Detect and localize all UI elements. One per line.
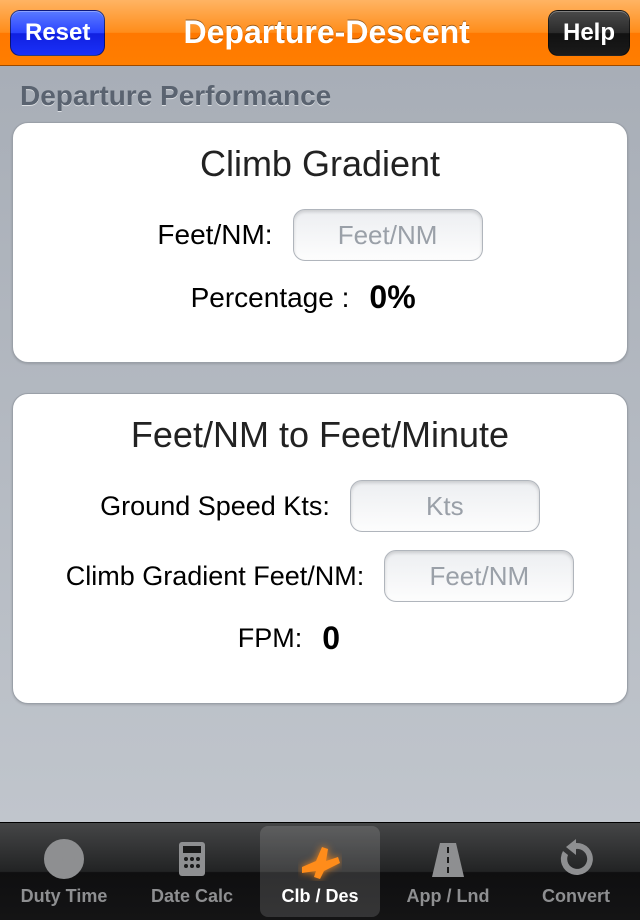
tab-label: Duty Time <box>21 886 108 907</box>
runway-icon <box>425 836 471 882</box>
input-climb-gradient[interactable]: Feet/NM <box>384 550 574 602</box>
label-ground-speed: Ground Speed Kts: <box>100 491 330 522</box>
label-percentage: Percentage : <box>191 282 350 314</box>
header: Reset Departure-Descent Help <box>0 0 640 66</box>
row-fpm: FPM: 0 <box>31 620 609 657</box>
tab-label: App / Lnd <box>407 886 490 907</box>
reset-button[interactable]: Reset <box>10 10 105 56</box>
feet-nm-to-fpm-card: Feet/NM to Feet/Minute Ground Speed Kts:… <box>12 393 628 704</box>
row-climb-gradient: Climb Gradient Feet/NM: Feet/NM <box>31 550 609 602</box>
page-title: Departure-Descent <box>105 14 548 51</box>
input-ground-speed[interactable]: Kts <box>350 480 540 532</box>
tab-label: Date Calc <box>151 886 233 907</box>
tab-convert[interactable]: Convert <box>512 823 640 920</box>
tab-label: Convert <box>542 886 610 907</box>
section-heading: Departure Performance <box>12 66 628 122</box>
input-feet-nm[interactable]: Feet/NM <box>293 209 483 261</box>
label-feet-nm: Feet/NM: <box>157 219 272 251</box>
tab-duty-time[interactable]: Duty Time <box>0 823 128 920</box>
label-fpm: FPM: <box>238 623 303 654</box>
tab-clb-des[interactable]: Clb / Des <box>256 823 384 920</box>
calculator-icon <box>169 836 215 882</box>
tab-app-lnd[interactable]: App / Lnd <box>384 823 512 920</box>
help-button[interactable]: Help <box>548 10 630 56</box>
content: Departure Performance Climb Gradient Fee… <box>0 66 640 822</box>
tab-label: Clb / Des <box>281 886 358 907</box>
tab-bar: Duty Time Date Calc Clb / Des App / Lnd … <box>0 822 640 920</box>
climb-gradient-card: Climb Gradient Feet/NM: Feet/NM Percenta… <box>12 122 628 363</box>
row-feet-nm: Feet/NM: Feet/NM <box>31 209 609 261</box>
value-fpm: 0 <box>322 620 402 657</box>
row-percentage: Percentage : 0% <box>31 279 609 316</box>
card-title-fpm: Feet/NM to Feet/Minute <box>31 414 609 456</box>
card-title-climb-gradient: Climb Gradient <box>31 143 609 185</box>
value-percentage: 0% <box>369 279 449 316</box>
tab-date-calc[interactable]: Date Calc <box>128 823 256 920</box>
plane-icon <box>297 836 343 882</box>
clock-icon <box>41 836 87 882</box>
row-ground-speed: Ground Speed Kts: Kts <box>31 480 609 532</box>
label-climb-gradient: Climb Gradient Feet/NM: <box>66 561 365 592</box>
refresh-icon <box>553 836 599 882</box>
